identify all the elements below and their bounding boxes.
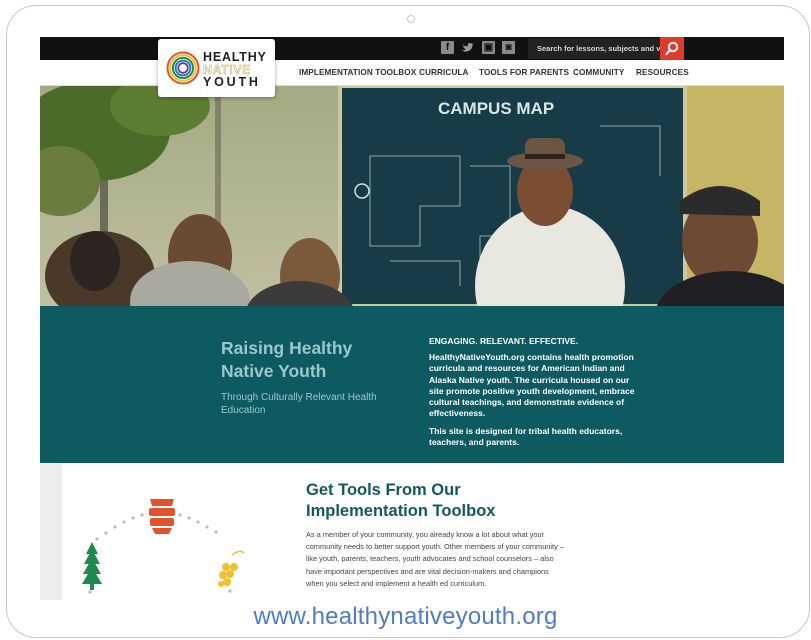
banner-paragraph-2: This site is designed for tribal health … (429, 426, 623, 448)
grapes-icon (218, 550, 245, 587)
instagram-icon[interactable]: ◙ (502, 41, 515, 54)
nav-implementation-toolbox[interactable]: IMPLEMENTATION TOOLBOX (299, 68, 416, 77)
youtube-icon[interactable]: ▣ (482, 41, 495, 54)
site-url-caption: www.healthynativeyouth.org (253, 603, 558, 630)
logo-text-healthy: HEALTHY (203, 50, 267, 64)
basket-icon (149, 499, 175, 534)
logo-text-youth: YOUTH (203, 75, 261, 89)
banner-title: Raising Healthy Native Youth (221, 338, 353, 381)
intro-banner: Raising Healthy Native Youth Through Cul… (40, 306, 784, 463)
twitter-icon[interactable] (461, 41, 474, 54)
main-nav: IMPLEMENTATION TOOLBOX CURRICULA TOOLS F… (40, 60, 784, 86)
search-button[interactable] (660, 37, 684, 60)
camera-icon (407, 15, 415, 23)
logo-rings-icon (166, 51, 200, 85)
browser-screen: f ▣ ◙ Search for lessons, subjects and v… (40, 37, 784, 600)
tools-illustration (82, 499, 245, 594)
search-icon (665, 41, 679, 56)
hero-image: CAMPUS MAP (40, 86, 784, 306)
facebook-icon[interactable]: f (441, 41, 454, 54)
banner-subtitle: Through Culturally Relevant Health Educa… (221, 392, 377, 416)
top-bar: f ▣ ◙ Search for lessons, subjects and v… (40, 37, 784, 60)
tools-title: Get Tools From Our Implementation Toolbo… (306, 481, 496, 520)
tree-icon (82, 542, 102, 590)
campus-map-sign: CAMPUS MAP (438, 99, 554, 118)
nav-community[interactable]: COMMUNITY (573, 68, 624, 77)
nav-curricula[interactable]: CURRICULA (419, 68, 469, 77)
tools-body: As a member of your community, you alrea… (306, 530, 564, 588)
site-logo[interactable]: HEALTHY NATIVE YOUTH (158, 39, 275, 97)
search-input[interactable]: Search for lessons, subjects and videos (528, 38, 660, 59)
nav-resources[interactable]: RESOURCES (636, 68, 689, 77)
banner-heading: ENGAGING. RELEVANT. EFFECTIVE. (429, 336, 579, 346)
banner-paragraph-1: HealthyNativeYouth.org contains health p… (429, 352, 635, 419)
nav-tools-for-parents[interactable]: TOOLS FOR PARENTS (479, 68, 569, 77)
